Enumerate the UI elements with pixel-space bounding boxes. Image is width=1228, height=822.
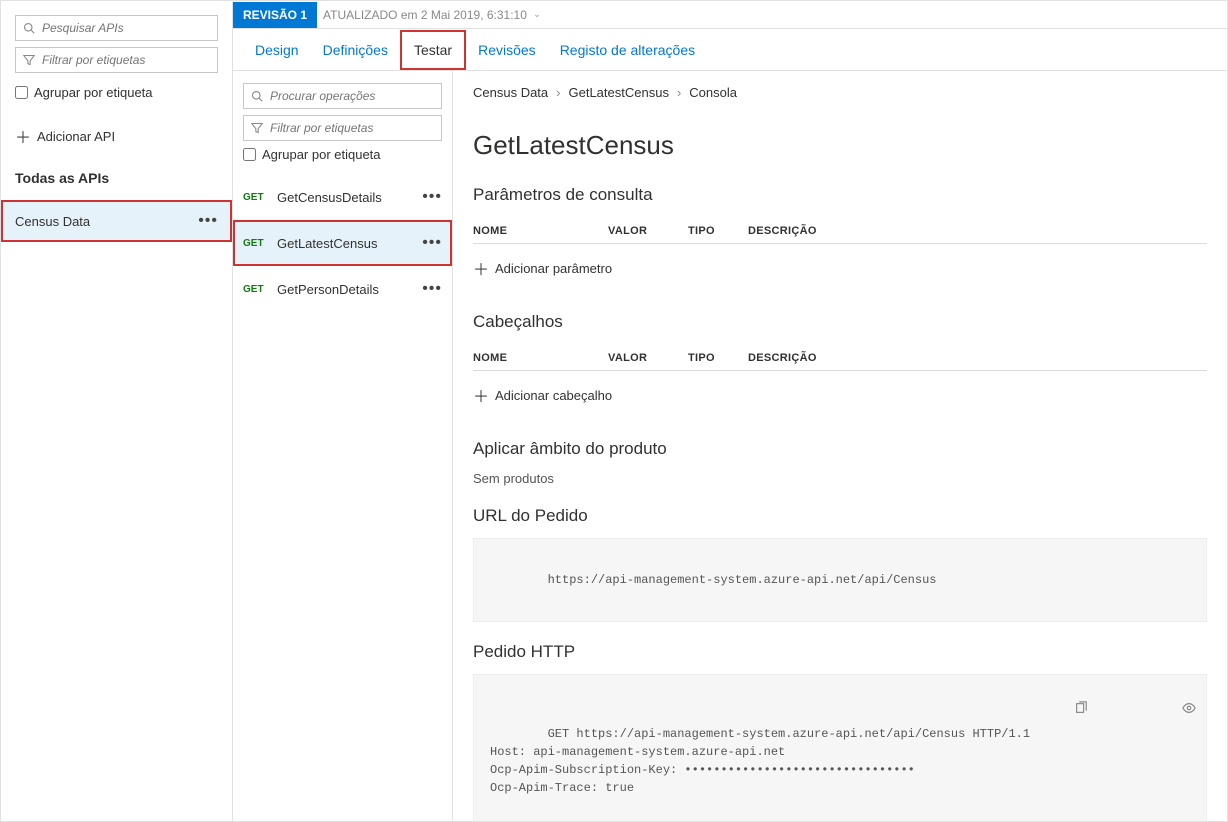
tabs-bar: Design Definições Testar Revisões Regist… bbox=[233, 29, 1227, 71]
operation-item[interactable]: GET GetCensusDetails ••• bbox=[233, 174, 452, 220]
col-name: NOME bbox=[473, 352, 608, 364]
request-url-box: https://api-management-system.azure-api.… bbox=[473, 538, 1207, 622]
col-desc: DESCRIÇÃO bbox=[748, 352, 1207, 364]
tab-test[interactable]: Testar bbox=[400, 30, 466, 70]
sidebar-filter-input[interactable] bbox=[42, 53, 211, 67]
http-request-box: GET https://api-management-system.azure-… bbox=[473, 674, 1207, 821]
chevron-down-icon: ⌄ bbox=[533, 9, 541, 20]
ops-search-input[interactable] bbox=[270, 89, 435, 103]
search-icon bbox=[22, 21, 36, 35]
all-apis-heading: Todas as APIs bbox=[15, 170, 218, 186]
chevron-right-icon: › bbox=[556, 85, 560, 100]
eye-icon[interactable] bbox=[1096, 683, 1196, 739]
no-products-text: Sem produtos bbox=[473, 471, 1207, 486]
api-item-label: Census Data bbox=[15, 214, 90, 229]
product-scope-heading: Aplicar âmbito do produto bbox=[473, 439, 1207, 459]
add-api-button[interactable]: ＋ Adicionar API bbox=[15, 124, 218, 148]
filter-icon bbox=[22, 53, 36, 67]
col-desc: DESCRIÇÃO bbox=[748, 225, 1207, 237]
params-header-row: NOME VALOR TIPO DESCRIÇÃO bbox=[473, 217, 1207, 244]
more-icon[interactable]: ••• bbox=[422, 188, 442, 206]
operations-panel: Agrupar por etiqueta GET GetCensusDetail… bbox=[233, 71, 453, 821]
search-icon bbox=[250, 89, 264, 103]
ops-group-by-tag[interactable]: Agrupar por etiqueta bbox=[243, 147, 442, 162]
col-type: TIPO bbox=[688, 225, 748, 237]
operation-item[interactable]: GET GetPersonDetails ••• bbox=[233, 266, 452, 312]
sidebar-filter[interactable] bbox=[15, 47, 218, 73]
add-header-label: Adicionar cabeçalho bbox=[495, 388, 612, 403]
query-params-heading: Parâmetros de consulta bbox=[473, 185, 1207, 205]
tab-changelog[interactable]: Registo de alterações bbox=[548, 32, 707, 68]
revision-bar: REVISÃO 1 ATUALIZADO em 2 Mai 2019, 6:31… bbox=[233, 1, 1227, 29]
tab-design[interactable]: Design bbox=[243, 32, 311, 68]
http-method: GET bbox=[243, 284, 277, 295]
api-sidebar: Agrupar por etiqueta ＋ Adicionar API Tod… bbox=[1, 1, 233, 821]
sidebar-group-by-tag[interactable]: Agrupar por etiqueta bbox=[15, 85, 218, 100]
col-value: VALOR bbox=[608, 225, 688, 237]
request-url-heading: URL do Pedido bbox=[473, 506, 1207, 526]
sidebar-search-input[interactable] bbox=[42, 21, 211, 35]
revision-badge[interactable]: REVISÃO 1 bbox=[233, 2, 317, 28]
ops-group-by-tag-checkbox[interactable] bbox=[243, 148, 256, 161]
tab-definitions[interactable]: Definições bbox=[311, 32, 400, 68]
add-parameter-label: Adicionar parâmetro bbox=[495, 261, 612, 276]
ops-filter-input[interactable] bbox=[270, 121, 435, 135]
operation-name: GetPersonDetails bbox=[277, 282, 379, 297]
copy-icon[interactable] bbox=[987, 683, 1087, 739]
ops-group-by-tag-label: Agrupar por etiqueta bbox=[262, 147, 381, 162]
plus-icon: ＋ bbox=[473, 383, 489, 407]
headers-header-row: NOME VALOR TIPO DESCRIÇÃO bbox=[473, 344, 1207, 371]
operation-name: GetLatestCensus bbox=[277, 236, 377, 251]
http-method: GET bbox=[243, 192, 277, 203]
revision-updated[interactable]: ATUALIZADO em 2 Mai 2019, 6:31:10 ⌄ bbox=[317, 8, 541, 22]
plus-icon: ＋ bbox=[473, 256, 489, 280]
http-method: GET bbox=[243, 238, 277, 249]
revision-updated-text: ATUALIZADO em 2 Mai 2019, 6:31:10 bbox=[323, 8, 527, 22]
col-type: TIPO bbox=[688, 352, 748, 364]
breadcrumb-item: Consola bbox=[689, 85, 737, 100]
add-parameter-button[interactable]: ＋ Adicionar parâmetro bbox=[473, 244, 1207, 292]
http-request-text: GET https://api-management-system.azure-… bbox=[490, 727, 1030, 795]
tab-revisions[interactable]: Revisões bbox=[466, 32, 548, 68]
main-area: REVISÃO 1 ATUALIZADO em 2 Mai 2019, 6:31… bbox=[233, 1, 1227, 821]
col-name: NOME bbox=[473, 225, 608, 237]
breadcrumb-item[interactable]: Census Data bbox=[473, 85, 548, 100]
chevron-right-icon: › bbox=[677, 85, 681, 100]
group-by-tag-label: Agrupar por etiqueta bbox=[34, 85, 153, 100]
operation-title: GetLatestCensus bbox=[473, 130, 1207, 161]
ops-search[interactable] bbox=[243, 83, 442, 109]
add-api-label: Adicionar API bbox=[37, 129, 115, 144]
add-header-button[interactable]: ＋ Adicionar cabeçalho bbox=[473, 371, 1207, 419]
headers-heading: Cabeçalhos bbox=[473, 312, 1207, 332]
more-icon[interactable]: ••• bbox=[198, 212, 218, 230]
api-item-census-data[interactable]: Census Data ••• bbox=[1, 200, 232, 242]
filter-icon bbox=[250, 121, 264, 135]
request-url-value: https://api-management-system.azure-api.… bbox=[548, 573, 937, 587]
operation-item[interactable]: GET GetLatestCensus ••• bbox=[233, 220, 452, 266]
breadcrumb: Census Data › GetLatestCensus › Consola bbox=[473, 85, 1207, 100]
ops-filter[interactable] bbox=[243, 115, 442, 141]
more-icon[interactable]: ••• bbox=[422, 280, 442, 298]
sidebar-search[interactable] bbox=[15, 15, 218, 41]
breadcrumb-item[interactable]: GetLatestCensus bbox=[569, 85, 669, 100]
http-request-heading: Pedido HTTP bbox=[473, 642, 1207, 662]
col-value: VALOR bbox=[608, 352, 688, 364]
operation-name: GetCensusDetails bbox=[277, 190, 382, 205]
more-icon[interactable]: ••• bbox=[422, 234, 442, 252]
plus-icon: ＋ bbox=[15, 124, 31, 148]
detail-pane: Census Data › GetLatestCensus › Consola … bbox=[453, 71, 1227, 821]
group-by-tag-checkbox[interactable] bbox=[15, 86, 28, 99]
